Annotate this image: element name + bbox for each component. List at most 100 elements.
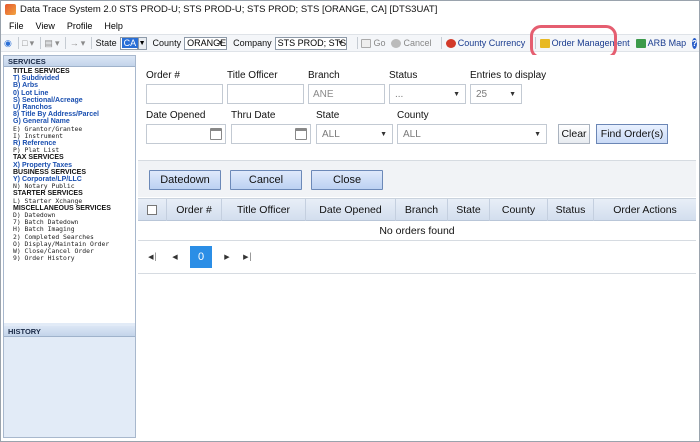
status-label: Status — [389, 70, 418, 81]
go-label: Go — [373, 38, 386, 48]
menu-profile[interactable]: Profile — [67, 21, 93, 31]
close-button[interactable]: Close — [311, 170, 383, 190]
status-value: ... — [395, 88, 404, 100]
print-icon[interactable]: ▤ — [44, 37, 53, 49]
arb-map-button[interactable]: ARB Map — [635, 38, 686, 48]
column-header[interactable]: Date Opened — [305, 199, 395, 221]
county-filter-value: ALL — [403, 128, 421, 140]
county-currency-label: County Currency — [457, 38, 526, 48]
document-icon[interactable]: □ — [22, 37, 27, 49]
date-opened-label: Date Opened — [146, 110, 206, 121]
select-all-cell — [138, 199, 166, 221]
dropdown-arrow-icon[interactable]: ▾ — [55, 37, 60, 49]
page-number[interactable]: 0 — [190, 246, 212, 268]
service-item[interactable]: 9) Order History — [13, 255, 135, 262]
home-icon[interactable]: ◉ — [4, 37, 12, 49]
order-number-input[interactable] — [146, 84, 223, 104]
service-item[interactable]: P) Plat List — [13, 147, 135, 154]
last-page-icon[interactable]: ▶│ — [241, 250, 255, 264]
cancel-toolbar-button[interactable]: Cancel — [391, 38, 431, 48]
county-currency-button[interactable]: County Currency — [445, 38, 526, 48]
branch-label: Branch — [308, 70, 340, 81]
dropdown-arrow-icon[interactable]: ▾ — [30, 37, 35, 49]
service-item[interactable]: 0) Lot Line — [13, 90, 135, 97]
first-page-icon[interactable]: ◀│ — [146, 250, 160, 264]
services-list: TITLE SERVICES T) Subdivided B) Arbs 0) Lot… — [4, 67, 135, 323]
status-select[interactable]: ... ▼ — [389, 84, 466, 104]
service-group-header: TITLE SERVICES — [13, 68, 70, 75]
chevron-down-icon: ▼ — [534, 131, 541, 138]
title-bar: Data Trace System 2.0 STS PROD-U; STS PR… — [1, 1, 699, 17]
column-header[interactable]: Branch — [395, 199, 447, 221]
grid-header: Order # Title Officer Date Opened Branch… — [138, 199, 696, 221]
service-item[interactable]: I) Instrument — [13, 132, 135, 140]
menu-help[interactable]: Help — [104, 21, 123, 31]
chevron-down-icon: ▼ — [337, 39, 345, 47]
date-opened-input[interactable] — [146, 124, 226, 144]
county-filter-select[interactable]: ALL ▼ — [397, 124, 547, 144]
calendar-icon[interactable] — [295, 128, 307, 140]
service-item[interactable]: X) Property Taxes — [13, 162, 135, 169]
column-header[interactable]: Status — [547, 199, 593, 221]
dropdown-arrow-icon[interactable]: ▾ — [81, 37, 86, 49]
find-orders-button[interactable]: Find Order(s) — [596, 124, 668, 144]
menu-bar: File View Profile Help — [1, 19, 699, 33]
state-filter-value: ALL — [322, 128, 340, 140]
calendar-icon[interactable] — [210, 128, 222, 140]
state-filter-label: State — [316, 110, 340, 121]
cancel-toolbar-label: Cancel — [403, 38, 432, 48]
service-item[interactable]: B) Arbs — [13, 82, 135, 89]
cancel-button[interactable]: Cancel — [230, 170, 302, 190]
column-header[interactable]: Order Actions — [593, 199, 696, 221]
chevron-down-icon: ▼ — [509, 91, 516, 98]
history-header[interactable]: HISTORY — [4, 326, 135, 337]
service-group-header: TAX SERVICES — [13, 154, 64, 162]
menu-file[interactable]: File — [9, 21, 24, 31]
menu-view[interactable]: View — [36, 21, 55, 31]
service-group-header: BUSINESS SERVICES — [13, 168, 87, 176]
navigate-icon[interactable]: → — [70, 37, 79, 49]
currency-icon — [445, 38, 456, 48]
state-select[interactable]: CA — [119, 36, 139, 50]
column-header[interactable]: Title Officer — [221, 199, 305, 221]
service-item[interactable]: L) Starter Xchange — [13, 197, 135, 205]
service-item[interactable]: N) Notary Public — [13, 183, 135, 190]
service-item[interactable]: T) Subdivided — [13, 75, 135, 82]
pagination: ◀│ ◀ 0 ▶ ▶│ — [138, 241, 696, 274]
datedown-button[interactable]: Datedown — [149, 170, 221, 190]
order-number-label: Order # — [146, 70, 180, 81]
state-filter-select[interactable]: ALL ▼ — [316, 124, 393, 144]
help-icon[interactable]: ? — [692, 37, 698, 49]
branch-value: ANE — [313, 88, 334, 100]
map-icon — [635, 38, 646, 48]
thru-date-input[interactable] — [231, 124, 311, 144]
service-item[interactable]: U) Ranchos — [13, 104, 135, 111]
next-page-icon[interactable]: ▶ — [220, 250, 234, 264]
column-header[interactable]: Order # — [166, 199, 221, 221]
thru-date-label: Thru Date — [231, 110, 276, 121]
county-label: County — [152, 38, 182, 48]
orders-grid: Order # Title Officer Date Opened Branch… — [138, 198, 696, 328]
branch-input[interactable]: ANE — [308, 84, 385, 104]
empty-message: No orders found — [138, 221, 696, 241]
order-management-button[interactable]: Order Management — [539, 38, 630, 48]
chevron-down-icon: ▼ — [380, 131, 387, 138]
previous-page-icon[interactable]: ◀ — [168, 250, 182, 264]
service-item[interactable]: 8) Title By Address/Parcel — [13, 111, 135, 118]
cancel-icon — [391, 38, 402, 48]
company-label: Company — [233, 38, 272, 48]
entries-value: 25 — [476, 88, 488, 100]
entries-label: Entries to display — [470, 70, 547, 81]
go-button[interactable]: Go — [361, 38, 385, 48]
chevron-down-icon[interactable]: ▼ — [137, 36, 147, 50]
clear-button[interactable]: Clear — [558, 124, 590, 144]
entries-select[interactable]: 25 ▼ — [470, 84, 522, 104]
column-header[interactable]: State — [447, 199, 489, 221]
state-value: CA — [121, 38, 139, 48]
select-all-checkbox[interactable] — [147, 205, 157, 215]
company-select[interactable]: STS PROD; STS ▼ — [274, 36, 348, 50]
service-item[interactable]: S) Sectional/Acreage — [13, 97, 135, 104]
title-officer-input[interactable] — [227, 84, 304, 104]
column-header[interactable]: County — [489, 199, 547, 221]
county-select[interactable]: ORANGE ▼ — [184, 36, 228, 50]
